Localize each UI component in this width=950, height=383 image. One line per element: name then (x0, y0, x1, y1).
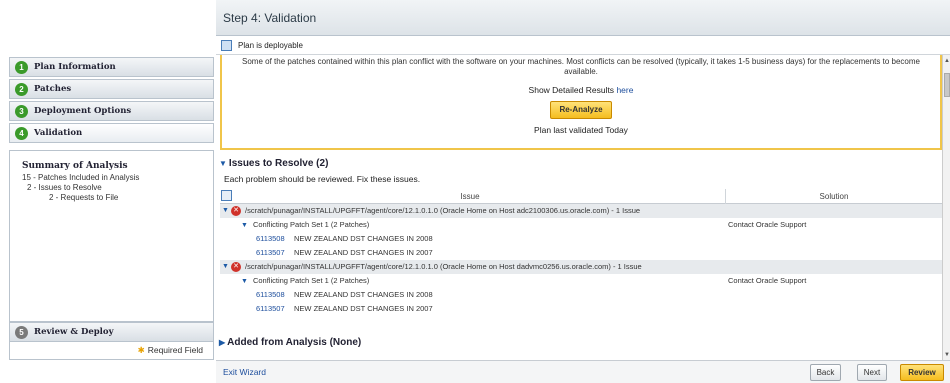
table-row: 6113507 NEW ZEALAND DST CHANGES IN 2007 (220, 302, 942, 316)
deployability-box: Some of the patches contained within thi… (220, 55, 942, 150)
issues-table: Issue Solution ▼ ✕ /scratch/punagar/INST… (220, 189, 942, 316)
step-review-deploy[interactable]: 5 Review & Deploy (9, 322, 214, 342)
patch-description: NEW ZEALAND DST CHANGES IN 2008 (294, 290, 433, 299)
table-row: ▼ Conflicting Patch Set 1 (2 Patches) Con… (220, 274, 942, 288)
main-content: Some of the patches contained within thi… (216, 54, 950, 360)
collapse-triangle-icon[interactable]: ▼ (222, 204, 229, 218)
step-label: Validation (34, 128, 83, 138)
exit-wizard-link[interactable]: Exit Wizard (223, 367, 266, 377)
page-header: Step 4: Validation (216, 0, 950, 36)
patch-id-link[interactable]: 6113508 (256, 232, 285, 246)
step-deployment-options[interactable]: 3 Deployment Options (9, 101, 214, 121)
step-1-icon: 1 (15, 60, 28, 74)
wizard-train: 1 Plan Information 2 Patches 3 Deploymen… (0, 0, 216, 383)
back-button[interactable]: Back (810, 364, 841, 381)
conflict-set[interactable]: ▼ Conflicting Patch Set 1 (2 Patches) (241, 218, 369, 233)
step-3-icon: 3 (15, 104, 28, 118)
table-row: ▼ Conflicting Patch Set 1 (2 Patches) Con… (220, 218, 942, 232)
required-field-note: ✱ Required Field (9, 342, 214, 360)
detailed-results: Show Detailed Results here (528, 85, 634, 95)
plan-status-icon (221, 39, 232, 51)
issue-group-row[interactable]: ▼ ✕ /scratch/punagar/INSTALL/UPGFFT/agen… (220, 260, 942, 274)
re-analyze-button[interactable]: Re-Analyze (550, 101, 612, 119)
last-validated: Plan last validated Today (534, 125, 628, 135)
summary-row: 15 - Patches Included in Analysis (22, 173, 140, 182)
table-row: 6113507 NEW ZEALAND DST CHANGES IN 2007 (220, 246, 942, 260)
conflict-set[interactable]: ▼ Conflicting Patch Set 1 (2 Patches) (241, 274, 369, 289)
scroll-thumb[interactable] (944, 73, 950, 97)
patch-id-link[interactable]: 6113508 (256, 288, 285, 302)
scroll-up-icon[interactable]: ▲ (943, 57, 950, 65)
asterisk-icon: ✱ (137, 345, 145, 355)
plan-status: Plan is deployable (216, 36, 950, 54)
patch-description: NEW ZEALAND DST CHANGES IN 2007 (294, 248, 433, 257)
collapse-triangle-icon[interactable]: ▼ (222, 260, 229, 274)
conflict-message: Some of the patches contained within thi… (242, 57, 920, 76)
vertical-scrollbar[interactable]: ▲ ▼ (942, 55, 950, 360)
step-4-icon: 4 (15, 126, 28, 140)
step-label: Review & Deploy (34, 327, 114, 337)
issue-group-row[interactable]: ▼ ✕ /scratch/punagar/INSTALL/UPGFFT/agen… (220, 204, 942, 218)
wizard-footer: Exit Wizard Back Next Review (216, 360, 950, 383)
summary-title: Summary of Analysis (22, 161, 128, 171)
oracle-home-path: /scratch/punagar/INSTALL/UPGFFT/agent/co… (245, 262, 642, 271)
step-label: Deployment Options (34, 106, 132, 116)
added-section-header[interactable]: ▶ Added from Analysis (None) (219, 337, 361, 348)
plan-status-text: Plan is deployable (238, 40, 303, 50)
summary-of-analysis: Summary of Analysis 15 - Patches Include… (9, 150, 214, 322)
patch-id-link[interactable]: 6113507 (256, 246, 285, 260)
table-row: 6113508 NEW ZEALAND DST CHANGES IN 2008 (220, 288, 942, 302)
step-label: Plan Information (34, 62, 116, 72)
table-header: Issue Solution (220, 189, 942, 204)
patch-id-link[interactable]: 6113507 (256, 302, 285, 316)
table-row: 6113508 NEW ZEALAND DST CHANGES IN 2008 (220, 232, 942, 246)
patch-description: NEW ZEALAND DST CHANGES IN 2007 (294, 304, 433, 313)
collapse-triangle-icon: ▼ (219, 159, 227, 168)
review-button[interactable]: Review (900, 364, 944, 381)
step-5-icon: 5 (15, 325, 28, 339)
summary-row: 2 - Issues to Resolve (27, 183, 102, 192)
summary-row: 2 - Requests to File (49, 193, 119, 202)
collapse-triangle-icon: ▼ (241, 222, 248, 229)
collapse-triangle-icon: ▼ (241, 278, 248, 285)
step-patches[interactable]: 2 Patches (9, 79, 214, 99)
oracle-home-path: /scratch/punagar/INSTALL/UPGFFT/agent/co… (245, 206, 641, 215)
issues-section-header[interactable]: ▼ Issues to Resolve (2) (219, 158, 328, 169)
solution-text: Contact Oracle Support (728, 276, 807, 285)
next-button[interactable]: Next (857, 364, 887, 381)
patch-description: NEW ZEALAND DST CHANGES IN 2008 (294, 234, 433, 243)
step-validation[interactable]: 4 Validation (9, 123, 214, 143)
issues-description: Each problem should be reviewed. Fix the… (224, 174, 421, 184)
detailed-results-link[interactable]: here (616, 85, 633, 95)
step-2-icon: 2 (15, 82, 28, 96)
expand-triangle-icon: ▶ (219, 338, 226, 347)
page-title: Step 4: Validation (223, 11, 317, 25)
scroll-down-icon[interactable]: ▼ (943, 351, 950, 359)
solution-text: Contact Oracle Support (728, 220, 807, 229)
column-issue: Issue (460, 192, 480, 201)
step-label: Patches (34, 84, 72, 94)
error-icon: ✕ (231, 262, 241, 272)
column-solution: Solution (725, 189, 942, 204)
step-plan-information[interactable]: 1 Plan Information (9, 57, 214, 77)
error-icon: ✕ (231, 206, 241, 216)
